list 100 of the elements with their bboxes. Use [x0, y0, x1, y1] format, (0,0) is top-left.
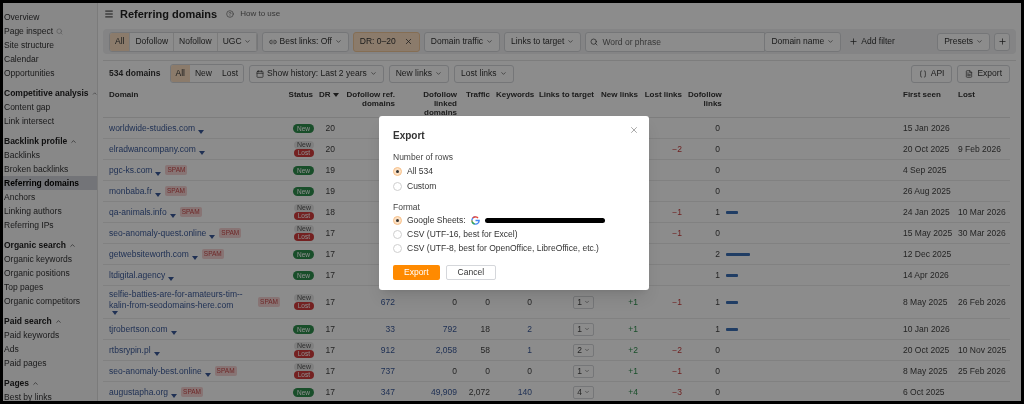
api-button[interactable]: API	[910, 64, 953, 83]
add-button[interactable]	[994, 32, 1010, 51]
best-links-button[interactable]: Best links: Off	[261, 31, 349, 52]
sidebar-item[interactable]: Link intersect	[3, 114, 97, 128]
add-filter-button[interactable]: Add filter	[845, 31, 899, 52]
column-header[interactable]: New links	[601, 90, 638, 99]
column-header[interactable]: Dofollow linked domains	[401, 90, 457, 117]
filter-dropdown[interactable]: Links to target	[504, 31, 582, 52]
sidebar-item[interactable]: Site structure	[3, 38, 97, 52]
filter-dropdown[interactable]: Domain name	[764, 31, 842, 52]
domain-link[interactable]: getwebsiteworth.com	[109, 248, 189, 260]
column-header[interactable]: Dofollow ref. domains	[341, 90, 395, 108]
table-cell[interactable]: 792	[442, 323, 457, 334]
domain-link[interactable]: seo-anomaly-quest.online	[109, 227, 207, 239]
table-cell: 19	[325, 185, 335, 196]
collapse-icon	[54, 317, 62, 325]
column-header[interactable]: Keywords	[496, 90, 535, 99]
table-cell[interactable]: 49,909	[431, 386, 457, 397]
close-icon[interactable]	[629, 125, 639, 135]
sidebar-item[interactable]: Backlinks	[3, 148, 97, 162]
table-cell: 2,072	[468, 386, 490, 397]
table-cell[interactable]: 912	[380, 344, 395, 355]
domain-link[interactable]: monbaba.fr	[109, 185, 152, 197]
sidebar-item[interactable]: Linking authors	[3, 204, 97, 218]
table-cell: 6 Oct 2025	[903, 386, 945, 397]
links-dropdown[interactable]: 1	[573, 295, 594, 309]
domain-link[interactable]: seo-anomaly-best.online	[109, 365, 202, 377]
table-cell[interactable]: 737	[380, 365, 395, 376]
sidebar-heading[interactable]: Competitive analysis	[3, 86, 97, 100]
sidebar-item[interactable]: Ads	[3, 342, 97, 356]
column-header[interactable]: Links to target	[538, 90, 594, 99]
links-dropdown[interactable]: 1	[573, 322, 594, 336]
sidebar-item[interactable]: Organic positions	[3, 266, 97, 280]
sidebar-heading[interactable]: Organic search	[3, 238, 97, 252]
domain-link[interactable]: tjrobertson.com	[109, 323, 168, 335]
column-header[interactable]: First seen	[903, 90, 941, 99]
domain-link[interactable]: rtbsrypin.pl	[109, 344, 151, 356]
table-cell[interactable]: 2	[527, 323, 532, 334]
radio-button[interactable]	[393, 230, 402, 239]
domain-link[interactable]: augustapha.org	[109, 386, 169, 398]
domain-link[interactable]: ltdigital.agency	[109, 269, 166, 281]
help-link[interactable]: How to use	[240, 8, 281, 20]
radio-button[interactable]	[393, 182, 402, 192]
cancel-button[interactable]: Cancel	[445, 264, 497, 280]
caret-icon	[153, 351, 160, 356]
column-header[interactable]: Dofollow links	[688, 90, 722, 108]
sidebar-item[interactable]: Paid keywords	[3, 328, 97, 342]
sidebar-heading[interactable]: Paid search	[3, 314, 97, 328]
sidebar-item[interactable]: Opportunities	[3, 66, 97, 80]
sidebar-item[interactable]: Content gap	[3, 100, 97, 114]
radio-button[interactable]	[393, 167, 402, 177]
radio-button[interactable]	[393, 216, 402, 225]
sidebar-item[interactable]: Best by links	[3, 390, 97, 401]
filter-dropdown[interactable]: Domain traffic	[423, 31, 501, 52]
search-field[interactable]: Word or phrase	[585, 31, 766, 52]
links-dropdown[interactable]: 2	[573, 343, 594, 357]
column-header[interactable]: Lost links	[644, 90, 682, 99]
domain-link[interactable]: qa-animals.info	[109, 206, 167, 218]
column-header[interactable]: Lost	[958, 90, 975, 99]
domain-link[interactable]: worldwide-studies.com	[109, 122, 195, 134]
filter-tab[interactable]: All	[110, 32, 131, 51]
links-dropdown[interactable]: Lost links	[454, 64, 514, 83]
caret-icon	[209, 234, 216, 239]
sidebar-item[interactable]: Calendar	[3, 52, 97, 66]
domain-link[interactable]: elradwancompany.com	[109, 143, 196, 155]
domain-link[interactable]: pgc-ks.com	[109, 164, 153, 176]
table-cell[interactable]: 1	[527, 344, 532, 355]
menu-icon[interactable]	[104, 9, 114, 19]
table-cell[interactable]: 140	[517, 386, 532, 397]
filter-chip[interactable]: DR: 0–20	[352, 31, 420, 52]
presets-button[interactable]: Presets	[937, 32, 990, 51]
table-cell: 20 Oct 2025	[903, 344, 950, 355]
sidebar-item[interactable]: Anchors	[3, 190, 97, 204]
sidebar-item[interactable]: Top pages	[3, 280, 97, 294]
table-cell[interactable]: 347	[380, 386, 395, 397]
links-dropdown[interactable]: 1	[573, 364, 594, 378]
sidebar-item[interactable]: Paid pages	[3, 356, 97, 370]
sidebar-item[interactable]: Page inspect	[3, 24, 97, 38]
sidebar-heading[interactable]: Backlink profile	[3, 134, 97, 148]
history-dropdown[interactable]: Show history: Last 2 years	[249, 64, 384, 83]
status-tab[interactable]: All	[170, 65, 190, 82]
table-cell[interactable]: 33	[385, 323, 395, 334]
table-cell[interactable]: 672	[380, 296, 395, 307]
column-header[interactable]: Traffic	[466, 90, 490, 99]
column-header[interactable]: Domain	[109, 90, 139, 99]
table-cell[interactable]: 2,058	[435, 344, 457, 355]
sidebar-item[interactable]: Overview	[3, 10, 97, 24]
links-dropdown[interactable]: 4	[573, 385, 594, 399]
column-header[interactable]: Status	[288, 90, 313, 99]
domain-link[interactable]: selfie-batties-are-for-amateurs-tim--kalin-from-seodomains-here.com	[109, 289, 255, 311]
export-button[interactable]: Export	[957, 64, 1010, 83]
sidebar-item[interactable]: Referring IPs	[3, 218, 97, 232]
radio-button[interactable]	[393, 244, 402, 253]
links-dropdown[interactable]: New links	[388, 64, 450, 83]
sidebar-heading[interactable]: Pages	[3, 376, 97, 390]
sidebar-item[interactable]: Organic competitors	[3, 294, 97, 308]
column-header[interactable]: DR	[319, 90, 339, 99]
sidebar-item[interactable]: Organic keywords	[3, 252, 97, 266]
sidebar-item[interactable]: Broken backlinks	[3, 162, 97, 176]
sidebar-item[interactable]: Referring domains	[3, 176, 97, 190]
